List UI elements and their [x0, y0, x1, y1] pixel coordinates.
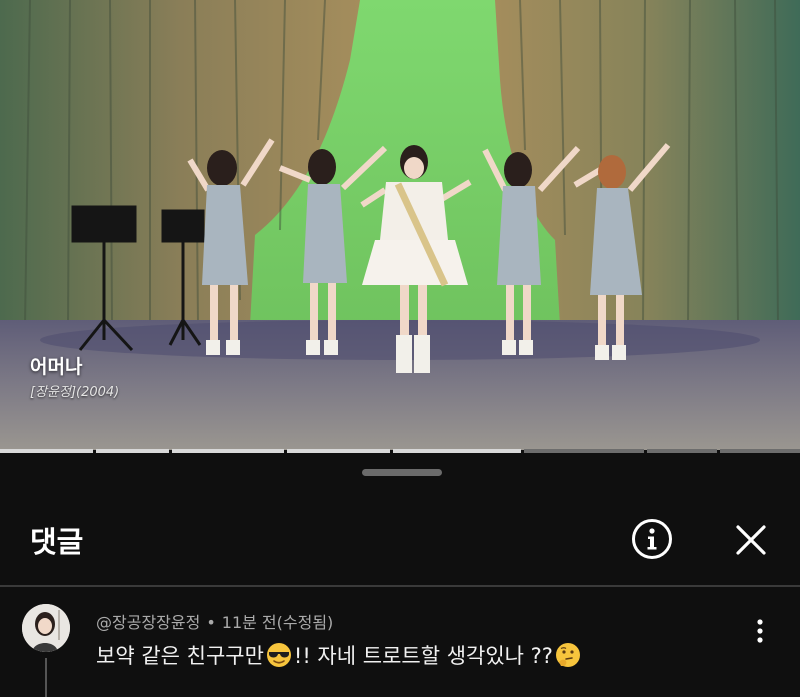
avatar-image	[22, 604, 70, 652]
more-vert-icon	[757, 619, 763, 643]
comment-more-button[interactable]	[748, 612, 772, 652]
chapter-segment[interactable]	[96, 449, 169, 453]
comment-time: 11분 전(수정됨)	[221, 613, 334, 632]
chapter-segment[interactable]	[287, 449, 390, 453]
avatar[interactable]	[22, 604, 70, 652]
panel-title: 댓글	[30, 525, 84, 559]
info-icon	[632, 519, 672, 559]
chapter-segment-current[interactable]	[524, 449, 644, 453]
video-player[interactable]: 어머나 [장윤정](2004)	[0, 0, 800, 450]
comment-meta: @장공장장윤정 • 11분 전(수정됨)	[96, 613, 334, 632]
video-caption-title: 어머나	[30, 356, 83, 378]
chapter-segment[interactable]	[393, 449, 521, 453]
comment-text: 보약 같은 친구구만 !! 자네 트로트할 생각있나 ??	[96, 640, 583, 670]
chapter-progress-bar[interactable]	[0, 449, 800, 453]
close-button[interactable]	[731, 520, 771, 560]
chapter-segment[interactable]	[0, 449, 93, 453]
thread-line	[45, 658, 47, 697]
comment-text-part: !! 자네 트로트할 생각있나 ??	[293, 644, 553, 668]
chapter-segment[interactable]	[172, 449, 284, 453]
comment-text-part: 보약 같은 친구구만	[96, 644, 264, 668]
divider	[0, 585, 800, 587]
comments-panel: 댓글 @장공장장윤정 • 11분 전(수정됨) 보약 같은 친구구만 !! 자네…	[0, 454, 800, 697]
video-caption-subtitle: [장윤정](2004)	[30, 385, 120, 400]
chapter-segment[interactable]	[720, 449, 800, 453]
close-icon	[736, 525, 766, 555]
chapter-segment[interactable]	[647, 449, 717, 453]
video-frame	[0, 0, 800, 450]
drag-handle[interactable]	[362, 469, 442, 476]
comment-author[interactable]: @장공장장윤정	[96, 613, 200, 632]
thinking-face-icon	[555, 643, 580, 667]
smiling-face-with-sunglasses-icon	[266, 643, 291, 667]
info-button[interactable]	[631, 518, 673, 560]
